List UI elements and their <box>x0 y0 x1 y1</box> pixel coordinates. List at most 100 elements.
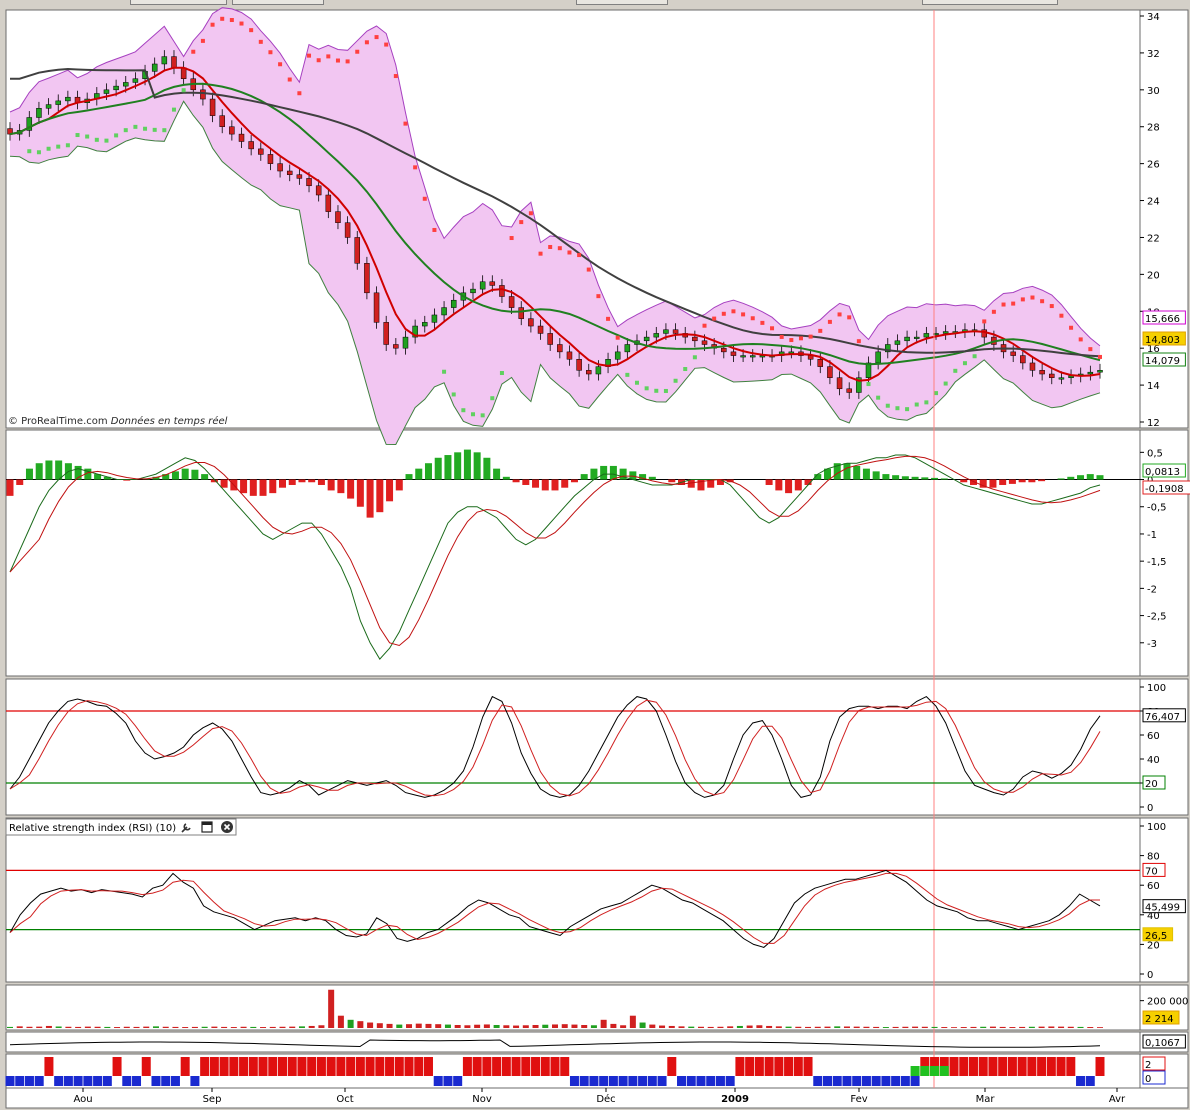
volume-bar <box>785 1026 792 1028</box>
candle-body <box>817 359 824 367</box>
sar-dot <box>528 211 533 216</box>
volume-bar <box>552 1024 558 1028</box>
macd-histogram-bar <box>561 479 569 488</box>
volume-tick-label: 200 000 <box>1147 997 1188 1008</box>
sar-dot <box>335 58 340 63</box>
candle-body <box>422 322 428 327</box>
macd-marker-label: 0,0813 <box>1145 467 1180 478</box>
sar-dot <box>943 381 948 386</box>
signal-bar-down <box>871 1076 881 1086</box>
sar-dot <box>1069 325 1074 330</box>
candle-body <box>55 100 61 105</box>
volume-bar <box>152 1026 159 1028</box>
close-icon[interactable] <box>221 821 233 833</box>
volume-bar <box>775 1026 782 1028</box>
sar-dot <box>471 412 476 417</box>
sar-dot <box>731 309 736 314</box>
volume-bar <box>396 1024 403 1028</box>
volume-bar <box>522 1025 529 1028</box>
macd-histogram-bar <box>1038 479 1046 482</box>
volume-bar <box>191 1026 198 1028</box>
candle-body <box>123 82 129 87</box>
volume-bar <box>133 1026 140 1028</box>
price-tick-label: 26 <box>1147 160 1160 171</box>
sar-dot <box>991 309 996 314</box>
sar-dot <box>847 315 852 320</box>
signal-bar-neutral <box>930 1066 940 1076</box>
sar-dot <box>779 334 784 339</box>
sar-dot <box>123 128 128 133</box>
sar-dot <box>451 392 456 397</box>
candle-body <box>431 314 438 323</box>
volume-bar <box>610 1023 617 1028</box>
sar-dot <box>258 39 263 44</box>
macd-histogram-bar <box>1018 479 1026 483</box>
stoch-marker-label: 20 <box>1145 779 1158 790</box>
volume-bar <box>250 1026 257 1028</box>
volume-bar <box>269 1026 276 1028</box>
macd-histogram-bar <box>308 479 316 483</box>
sar-dot <box>1088 347 1093 352</box>
sar-dot <box>210 22 215 27</box>
candle-body <box>258 148 264 155</box>
candle-body <box>846 388 852 393</box>
volume-bar <box>65 1026 72 1028</box>
signal-bar-down <box>696 1076 706 1086</box>
volume-bar <box>882 1027 889 1028</box>
signal-bar-up <box>1056 1057 1066 1076</box>
signal-bar-up <box>531 1057 541 1076</box>
signal-bar-up <box>784 1057 794 1076</box>
macd-histogram-bar <box>298 479 306 483</box>
sar-dot <box>413 165 418 170</box>
signal-bar-up <box>472 1057 482 1076</box>
volume-bar <box>298 1026 305 1028</box>
volume-bar <box>1009 1027 1016 1028</box>
sar-dot <box>104 138 109 143</box>
candle-body <box>566 351 573 360</box>
volume-bar <box>162 1026 169 1028</box>
month-label: Mar <box>976 1094 996 1105</box>
signal-bar-down <box>677 1076 687 1086</box>
macd-histogram-bar <box>181 468 189 480</box>
candle-body <box>749 355 756 358</box>
candle-body <box>827 366 833 378</box>
signal-bar-up <box>423 1057 433 1076</box>
volume-bar <box>464 1025 471 1028</box>
volume-bar <box>756 1025 763 1028</box>
signal-bar-up <box>803 1057 813 1076</box>
volume-bar <box>863 1026 870 1028</box>
signal-bar-down <box>122 1076 132 1086</box>
sar-dot <box>249 28 254 33</box>
sar-dot <box>663 388 668 393</box>
signal-bar-down <box>608 1076 618 1086</box>
sar-dot <box>770 326 775 331</box>
month-label: Avr <box>1109 1094 1126 1105</box>
candle-body <box>238 133 245 142</box>
macd-histogram-bar <box>463 449 471 480</box>
signal-bar-down <box>900 1076 910 1086</box>
volume-bar <box>1067 1026 1074 1028</box>
volume-bar <box>600 1019 607 1028</box>
sar-dot <box>75 133 80 138</box>
signal-bar-up <box>1027 1057 1037 1076</box>
macd-histogram-bar <box>191 469 199 480</box>
candle-body <box>692 336 698 342</box>
signal-bar-up <box>394 1057 404 1076</box>
sar-dot <box>345 59 350 64</box>
chart-canvas[interactable]: 12141618202224262830323415,66614,80314,0… <box>0 0 1190 1110</box>
credit-text: © ProRealTime.com Données en temps réel <box>8 415 228 427</box>
signal-bar-up <box>735 1057 745 1076</box>
signal-bar-down <box>715 1076 725 1086</box>
window-icon[interactable] <box>201 821 213 833</box>
sar-dot <box>1030 295 1035 300</box>
volume-bar <box>172 1026 179 1028</box>
macd-histogram-bar <box>171 471 179 480</box>
sar-dot <box>480 413 485 418</box>
macd-tick-label: -2,5 <box>1147 612 1167 623</box>
signal-bar-up <box>1066 1057 1076 1076</box>
signal-bar-up <box>511 1057 521 1076</box>
macd-marker-label: -0,1908 <box>1145 484 1184 495</box>
candle-body <box>200 89 206 100</box>
volume-bar <box>1077 1026 1084 1028</box>
volume-bar <box>483 1024 490 1028</box>
